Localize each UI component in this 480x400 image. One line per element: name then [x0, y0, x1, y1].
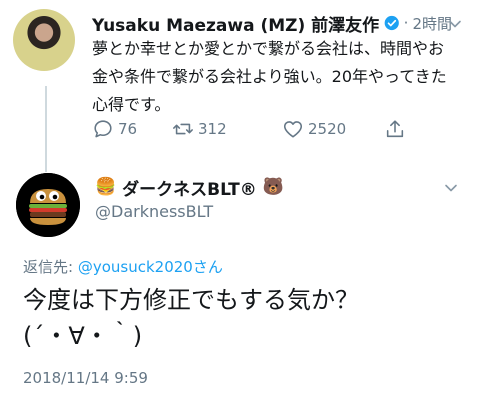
parent-display-name[interactable]: Yusaku Maezawa (MZ) 前澤友作: [92, 11, 379, 36]
retweet-button[interactable]: 312: [172, 118, 227, 140]
replying-to-label: 返信先:: [23, 258, 78, 276]
main-tweet-line-1: 今度は下方修正でもする気か？: [23, 286, 359, 314]
reply-button[interactable]: 76: [92, 118, 137, 140]
like-count: 2520: [308, 120, 347, 138]
retweet-icon: [173, 123, 193, 135]
share-button[interactable]: [384, 118, 410, 140]
parent-tweet-header: Yusaku Maezawa (MZ) 前澤友作 · 2時間: [92, 11, 452, 36]
replying-to-link[interactable]: @yousuck2020さん: [78, 258, 223, 276]
parent-separator: ·: [403, 14, 409, 32]
main-handle[interactable]: @DarknessBLT: [95, 202, 213, 221]
like-icon: [283, 121, 303, 138]
retweet-count: 312: [198, 120, 227, 138]
main-tweet-line-2: (´・∀・｀): [23, 322, 143, 350]
avatar-darkness-blt[interactable]: [16, 173, 80, 237]
parent-tweet-actions: 76 312 2520: [92, 116, 432, 142]
chevron-down-icon[interactable]: [443, 180, 459, 196]
reply-icon: [94, 120, 112, 138]
main-tweet-text: 今度は下方修正でもする気か？ (´・∀・｀): [23, 282, 463, 354]
reply-count: 76: [118, 120, 138, 138]
share-icon: [386, 120, 404, 138]
thread-connector-line: [45, 86, 47, 172]
name-suffix-emoji: 🐻: [262, 177, 284, 197]
verified-badge-icon: [384, 15, 400, 31]
replying-to: 返信先: @yousuck2020さん: [23, 256, 223, 277]
main-tweet-timestamp[interactable]: 2018/11/14 9:59: [23, 369, 148, 387]
chevron-down-icon[interactable]: [447, 16, 463, 32]
burger-avatar-icon: [16, 173, 80, 237]
main-tweet-name-row[interactable]: 🍔 ダークネスBLT® 🐻: [95, 174, 284, 200]
like-button[interactable]: 2520: [282, 118, 346, 140]
name-prefix-emoji: 🍔: [95, 177, 117, 197]
main-display-name[interactable]: ダークネスBLT®: [122, 175, 257, 200]
avatar-yusaku[interactable]: [13, 9, 75, 71]
parent-tweet-text: 夢とか幸せとか愛とかで繋がる会社は、時間やお金や条件で繋がる会社より強い。20年…: [92, 39, 447, 114]
